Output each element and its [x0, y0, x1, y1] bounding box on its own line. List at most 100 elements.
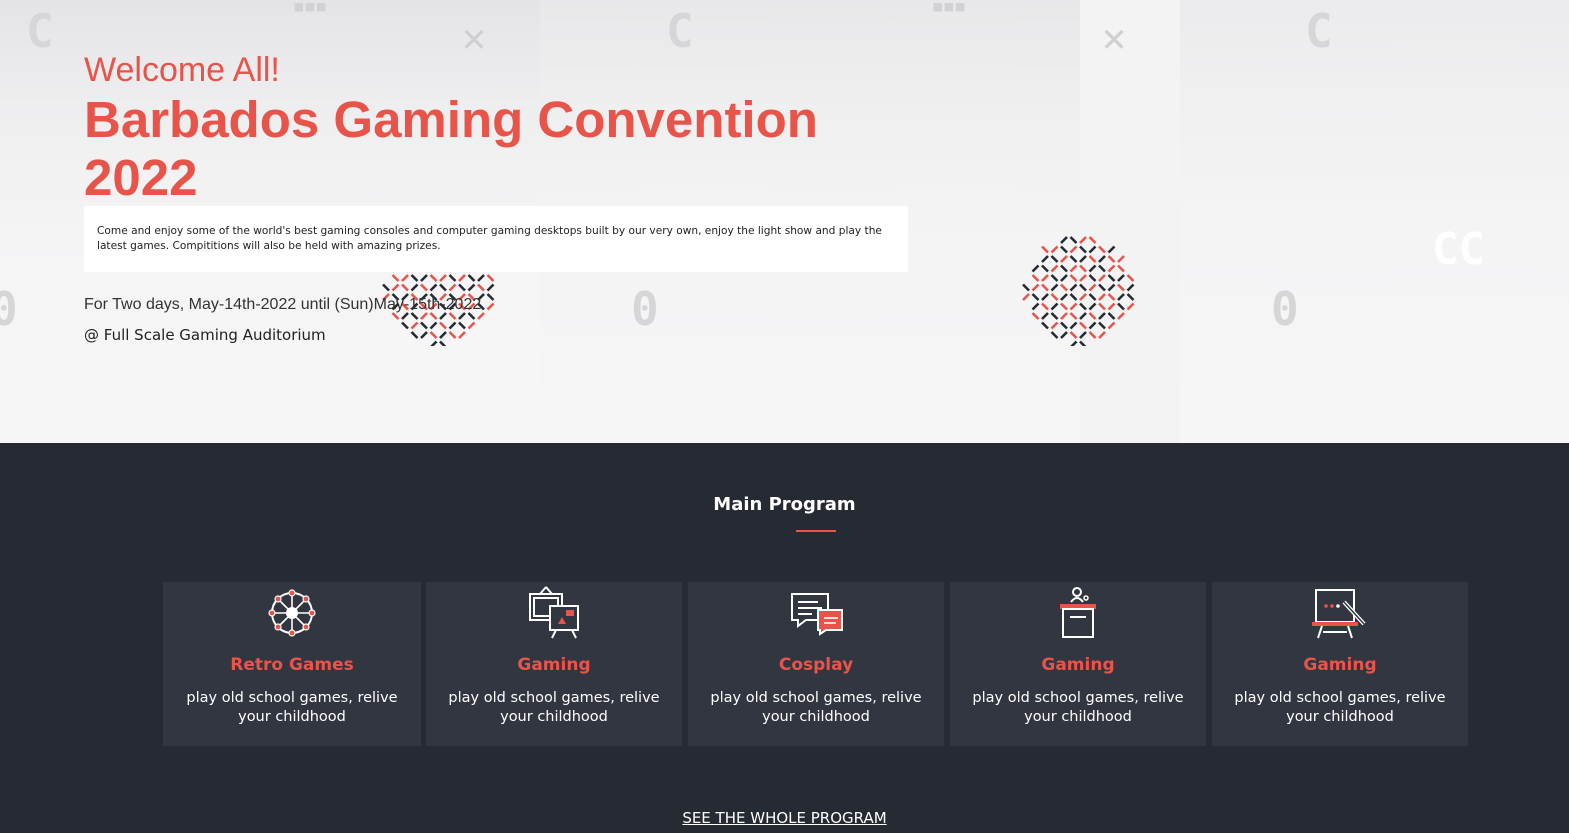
pattern-dash	[1069, 321, 1078, 330]
pattern-dash	[1041, 312, 1049, 320]
pattern-dash	[1041, 321, 1049, 330]
pattern-dash	[439, 340, 447, 346]
pattern-dash	[467, 321, 476, 330]
pattern-dash	[1098, 283, 1106, 292]
pattern-dash	[1126, 302, 1135, 311]
pattern-dash	[1060, 321, 1068, 330]
pattern-dash	[1107, 255, 1116, 263]
program-card[interactable]: Gaming play old school games, relive you…	[950, 582, 1206, 746]
pattern-dash	[486, 283, 495, 292]
decorative-glyph: C	[1305, 4, 1333, 58]
card-description: play old school games, relive your child…	[710, 690, 922, 725]
pattern-dash	[1098, 331, 1106, 339]
decorative-glyph: 0	[1271, 282, 1299, 336]
pattern-dash	[420, 283, 428, 292]
tv-easel-icon	[529, 586, 579, 639]
pattern-dash	[401, 321, 409, 330]
pattern-dash	[429, 321, 438, 330]
pattern-dash	[1088, 321, 1097, 330]
pattern-dash	[1107, 302, 1116, 311]
pattern-dash	[1031, 302, 1040, 311]
pattern-dash	[1041, 255, 1049, 263]
program-card[interactable]: Retro Games play old school games, reliv…	[163, 582, 421, 746]
pattern-dash	[448, 274, 457, 282]
pattern-dash	[1079, 264, 1087, 273]
program-card[interactable]: Cosplay play old school games, relive yo…	[688, 582, 944, 746]
see-whole-program-link[interactable]: SEE THE WHOLE PROGRAM	[0, 809, 1569, 827]
hero-heading-group: Welcome All! Barbados Gaming Convention …	[84, 50, 914, 207]
pattern-dash	[458, 331, 466, 339]
pattern-dash	[1060, 255, 1068, 263]
pattern-dash	[439, 321, 447, 330]
pattern-dash	[448, 321, 457, 330]
pattern-dash	[477, 274, 485, 282]
pattern-dash	[429, 274, 438, 282]
pattern-dash	[420, 274, 428, 282]
pattern-dash	[467, 274, 476, 282]
pattern-dash	[1126, 293, 1135, 301]
pattern-dash	[1069, 312, 1078, 320]
pattern-dash	[1060, 264, 1068, 273]
pattern-dash	[1079, 274, 1087, 282]
pattern-dash	[486, 274, 495, 282]
pattern-dash	[1069, 245, 1078, 254]
pattern-dash	[1098, 264, 1106, 273]
pattern-dash	[458, 283, 466, 292]
pattern-dash	[1050, 274, 1059, 282]
pattern-dash	[1041, 274, 1049, 282]
pattern-dash	[1031, 312, 1040, 320]
decorative-glyph: 0	[0, 282, 18, 336]
pattern-dash	[1070, 340, 1078, 346]
pattern-dash	[448, 283, 457, 292]
pattern-dash	[1098, 321, 1106, 330]
pattern-dash	[410, 283, 419, 292]
pattern-dash	[1079, 255, 1087, 263]
pattern-dash	[1098, 274, 1106, 282]
pattern-dash	[1117, 312, 1125, 320]
card-description: play old school games, relive your child…	[186, 690, 398, 725]
pattern-dash	[1088, 274, 1097, 282]
pattern-dash	[401, 283, 409, 292]
pattern-dash	[1060, 312, 1068, 320]
pattern-dash	[1107, 264, 1116, 273]
pattern-dash	[1098, 302, 1106, 311]
pattern-dash	[1079, 302, 1087, 311]
pattern-dash	[1060, 293, 1068, 301]
program-card[interactable]: Gaming play old school games, relive you…	[426, 582, 682, 746]
card-title: Gaming	[1041, 655, 1115, 675]
pattern-dash	[1069, 255, 1078, 263]
pattern-dash	[1022, 293, 1030, 301]
pattern-dash	[1041, 302, 1049, 311]
description-box: Come and enjoy some of the world's best …	[84, 206, 908, 272]
pattern-dash	[410, 331, 419, 339]
title-underline	[796, 530, 836, 532]
event-venue: @ Full Scale Gaming Auditorium	[84, 326, 326, 344]
card-description: play old school games, relive your child…	[1234, 690, 1446, 725]
pattern-dash	[1069, 331, 1078, 339]
pattern-dash	[1031, 274, 1040, 282]
pattern-dash	[1098, 293, 1106, 301]
pattern-dash	[1041, 245, 1049, 254]
event-description: Come and enjoy some of the world's best …	[97, 225, 882, 252]
card-title: Gaming	[1303, 655, 1377, 675]
pattern-dash	[1060, 245, 1068, 254]
card-title: Cosplay	[778, 655, 854, 675]
pattern-dash	[391, 283, 400, 292]
pattern-dash	[1060, 283, 1068, 292]
pattern-dash	[1041, 264, 1049, 273]
pattern-dash	[410, 274, 419, 282]
pattern-dash	[1060, 331, 1068, 339]
pattern-dash	[410, 321, 419, 330]
pattern-dash	[1088, 283, 1097, 292]
event-dates: For Two days, May-14th-2022 until (Sun)M…	[84, 296, 482, 313]
pattern-dash	[1050, 245, 1059, 254]
pattern-dash	[1117, 302, 1125, 311]
pattern-dash	[1088, 312, 1097, 320]
pattern-dash	[1107, 293, 1116, 301]
decorative-glyph: CC	[1432, 224, 1485, 275]
pattern-dash	[1060, 302, 1068, 311]
pattern-dash	[1069, 293, 1078, 301]
program-card[interactable]: Gaming play old school games, relive you…	[1212, 582, 1468, 746]
card-description: play old school games, relive your child…	[448, 690, 660, 725]
pattern-dash	[1107, 283, 1116, 292]
